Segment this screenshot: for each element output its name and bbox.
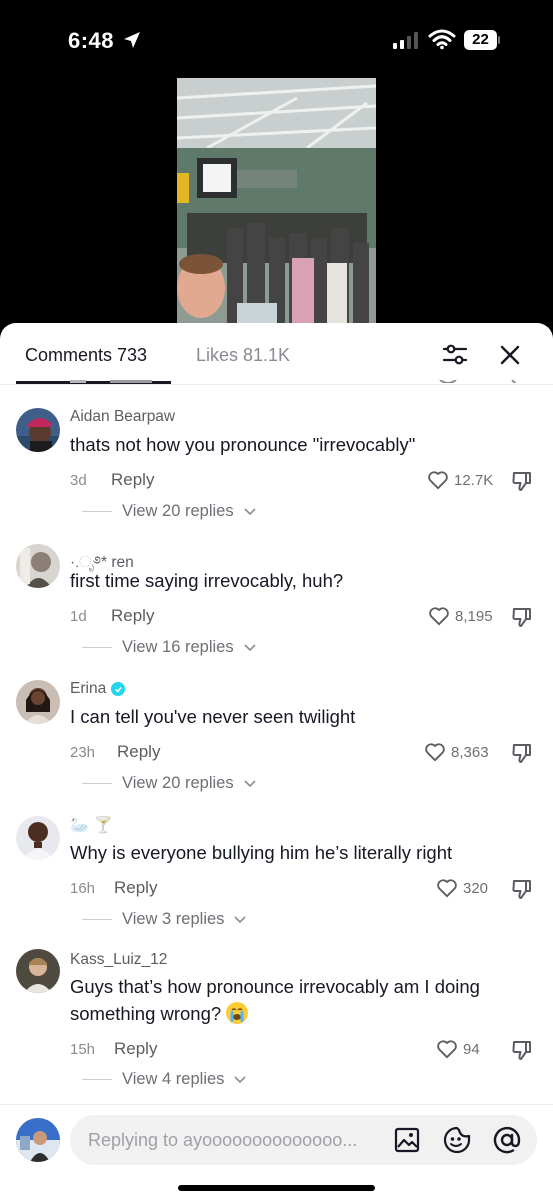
dislike-icon[interactable] bbox=[511, 878, 533, 900]
dislike-icon[interactable] bbox=[511, 606, 533, 628]
signal-icon bbox=[393, 31, 418, 49]
heart-icon bbox=[437, 879, 457, 898]
filter-icon[interactable] bbox=[441, 341, 469, 369]
dislike-icon[interactable] bbox=[511, 470, 533, 492]
view-replies-label: View 20 replies bbox=[122, 774, 234, 792]
comment-age: 3d bbox=[70, 472, 87, 489]
comment-text: first time saying irrevocably, huh? bbox=[70, 570, 344, 591]
chevron-down-icon bbox=[234, 1075, 246, 1083]
view-replies-label: View 16 replies bbox=[122, 638, 234, 656]
comment-username[interactable]: Kass_Luiz_12 bbox=[70, 951, 167, 969]
avatar[interactable] bbox=[16, 544, 60, 588]
like-button[interactable]: 320 bbox=[436, 878, 488, 898]
like-button[interactable]: 94 bbox=[436, 1039, 480, 1059]
wifi-icon bbox=[428, 29, 456, 50]
like-count: 320 bbox=[463, 879, 489, 897]
view-replies-label: View 20 replies bbox=[122, 502, 234, 520]
like-count: 8,363 bbox=[451, 743, 489, 761]
battery-level: 22 bbox=[464, 30, 497, 50]
verified-icon bbox=[111, 682, 126, 696]
close-icon[interactable] bbox=[498, 343, 522, 367]
current-user-avatar[interactable] bbox=[16, 1118, 60, 1162]
reply-button[interactable]: Reply bbox=[114, 1039, 157, 1059]
avatar[interactable] bbox=[16, 816, 60, 860]
previous-comment-remnant bbox=[70, 375, 170, 383]
replies-divider bbox=[82, 511, 112, 512]
home-indicator bbox=[178, 1185, 375, 1191]
dislike-icon[interactable] bbox=[511, 1039, 533, 1061]
view-replies-button[interactable]: View 4 replies bbox=[82, 1070, 246, 1089]
heart-icon bbox=[428, 471, 448, 490]
comment-text: thats not how you pronounce "irrevocably… bbox=[70, 434, 416, 455]
video-thumbnail[interactable] bbox=[177, 78, 376, 328]
comment-item: Erina I can tell you've never seen twili… bbox=[0, 675, 553, 800]
view-replies-button[interactable]: View 3 replies bbox=[82, 910, 246, 929]
like-count: 12.7K bbox=[454, 471, 494, 489]
like-button[interactable]: 8,363 bbox=[424, 742, 489, 762]
like-count: 94 bbox=[463, 1040, 480, 1058]
chevron-down-icon bbox=[234, 915, 246, 923]
replies-divider bbox=[82, 647, 112, 648]
view-replies-label: View 4 replies bbox=[122, 1070, 225, 1088]
reply-button[interactable]: Reply bbox=[114, 878, 157, 898]
heart-icon bbox=[429, 607, 449, 626]
comment-username[interactable]: Erina bbox=[70, 680, 126, 698]
status-time: 6:48 bbox=[68, 28, 115, 53]
comment-text: I can tell you've never seen twilight bbox=[70, 706, 356, 727]
battery-icon: 22 bbox=[464, 30, 500, 50]
view-replies-button[interactable]: View 16 replies bbox=[82, 638, 256, 657]
reply-button[interactable]: Reply bbox=[117, 742, 160, 762]
comment-input-box bbox=[70, 1115, 537, 1165]
avatar[interactable] bbox=[16, 680, 60, 724]
like-count: 8,195 bbox=[455, 607, 493, 625]
comment-age: 16h bbox=[70, 880, 96, 897]
chevron-down-icon bbox=[244, 643, 256, 651]
comment-username[interactable]: Aidan Bearpaw bbox=[70, 408, 175, 426]
replies-divider bbox=[82, 1079, 112, 1080]
avatar[interactable] bbox=[16, 949, 60, 993]
comment-age: 15h bbox=[70, 1041, 96, 1058]
comment-username[interactable]: 🦢 🍸 bbox=[70, 816, 113, 835]
avatar[interactable] bbox=[16, 408, 60, 452]
comment-composer bbox=[0, 1104, 553, 1200]
heart-icon bbox=[425, 743, 445, 762]
replies-divider bbox=[82, 919, 112, 920]
comment-item: Kass_Luiz_12 Guys that’s how pronounce i… bbox=[0, 947, 553, 1097]
heart-icon bbox=[437, 1040, 457, 1059]
comment-text: Why is everyone bullying him he’s litera… bbox=[70, 842, 453, 863]
like-button[interactable]: 12.7K bbox=[427, 470, 493, 490]
comment-text: Guys that’s how pronounce irrevocably am… bbox=[70, 976, 480, 1024]
chevron-down-icon bbox=[244, 779, 256, 787]
comment-age: 1d bbox=[70, 608, 87, 625]
comment-item: 🦢 🍸 Why is everyone bullying him he’s li… bbox=[0, 811, 553, 936]
replies-divider bbox=[82, 783, 112, 784]
view-replies-button[interactable]: View 20 replies bbox=[82, 502, 256, 521]
image-icon[interactable] bbox=[394, 1127, 420, 1153]
comments-sheet: Comments 733 Likes 81.1K Aidan Bearpaw t… bbox=[0, 323, 553, 1200]
reply-button[interactable]: Reply bbox=[111, 606, 154, 626]
comment-age: 23h bbox=[70, 744, 96, 761]
chevron-down-icon bbox=[244, 507, 256, 515]
view-replies-label: View 3 replies bbox=[122, 910, 225, 928]
status-bar: 6:48 22 bbox=[0, 0, 553, 80]
tab-likes[interactable]: Likes 81.1K bbox=[196, 345, 290, 366]
comment-input[interactable] bbox=[88, 1115, 378, 1165]
comment-item: Aidan Bearpaw thats not how you pronounc… bbox=[0, 403, 553, 528]
like-button[interactable]: 8,195 bbox=[428, 606, 493, 626]
view-replies-button[interactable]: View 20 replies bbox=[82, 774, 256, 793]
location-arrow-icon bbox=[124, 32, 140, 48]
at-icon[interactable] bbox=[493, 1126, 521, 1154]
tab-comments[interactable]: Comments 733 bbox=[25, 345, 147, 366]
crying-emoji-icon bbox=[226, 1002, 249, 1024]
dislike-icon[interactable] bbox=[511, 742, 533, 764]
comment-item: ·.ೃ࿔* ren first time saying irrevocably,… bbox=[0, 539, 553, 664]
reply-button[interactable]: Reply bbox=[111, 470, 154, 490]
emoji-icon[interactable] bbox=[443, 1126, 471, 1154]
previous-comment-actions-remnant bbox=[432, 375, 532, 383]
